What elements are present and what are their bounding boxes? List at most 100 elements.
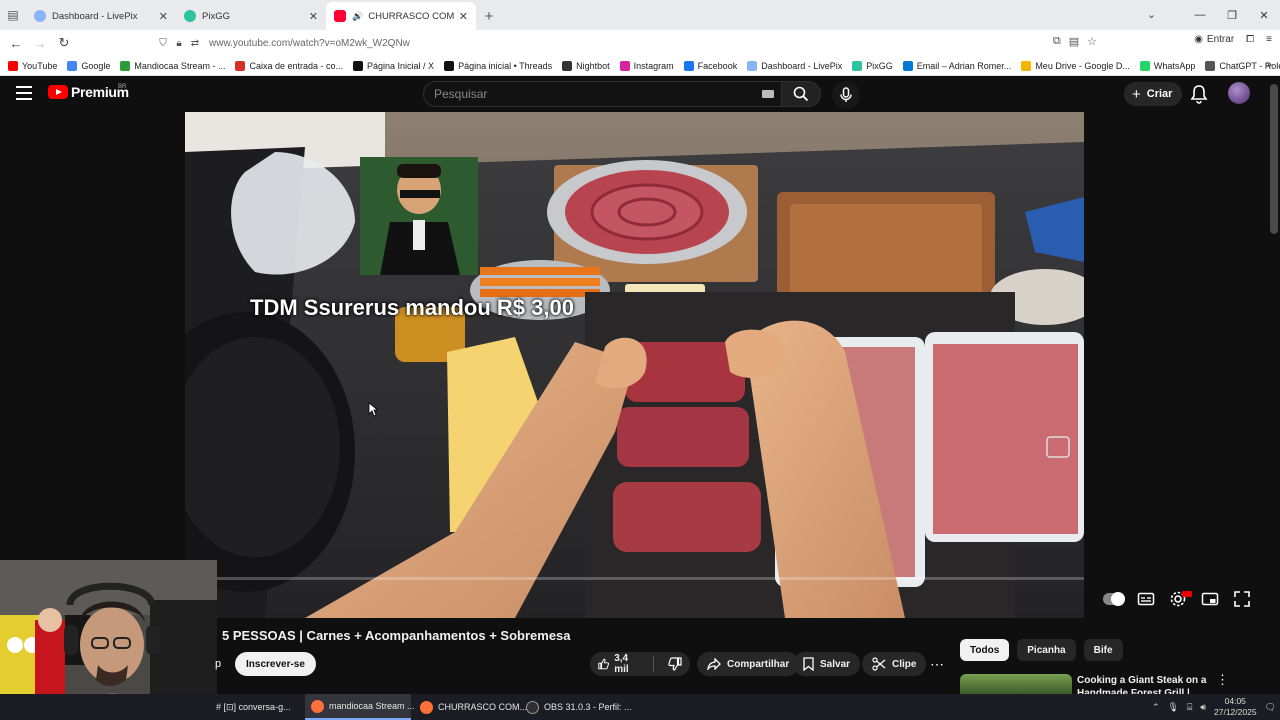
share-button[interactable]: Compartilhar (697, 652, 800, 676)
url-text[interactable]: www.youtube.com/watch?v=oM2wk_W2QNw (209, 38, 410, 49)
search-button[interactable] (781, 81, 821, 107)
notifications-button[interactable] (1190, 84, 1208, 109)
hd-badge-icon (1182, 591, 1192, 597)
bookmark-item[interactable]: Caixa de entrada - co... (235, 60, 343, 71)
bookmark-favicon-icon (619, 60, 630, 71)
bookmark-label: Google (81, 60, 111, 71)
minimize-icon[interactable]: — (1184, 0, 1216, 30)
taskbar-item-label: mandiocaa Stream ... (329, 701, 415, 711)
create-label: Criar (1146, 88, 1173, 100)
clock[interactable]: 04:05 27/12/2025 (1214, 696, 1257, 718)
bookmark-item[interactable]: Instagram (619, 60, 674, 71)
more-actions-icon[interactable]: ⋯ (926, 652, 948, 676)
close-tab-icon[interactable]: ✕ (309, 10, 318, 23)
bookmark-label: Nightbot (576, 60, 610, 71)
permissions-icon[interactable]: ⇄ (187, 38, 203, 49)
keyboard-icon[interactable] (762, 90, 774, 98)
bookmark-item[interactable]: YouTube (8, 60, 57, 71)
subscribe-button[interactable]: Inscrever-se (235, 652, 316, 676)
menu-icon[interactable]: ≡ (1266, 34, 1272, 45)
tab-favicon-icon (334, 10, 346, 22)
bookmark-item[interactable]: Nightbot (562, 60, 610, 71)
page-scrollbar[interactable] (1268, 76, 1280, 694)
network-icon[interactable]: ⌸ (1187, 702, 1192, 713)
voice-search-button[interactable] (832, 81, 860, 109)
channel-name-fragment[interactable]: p (215, 658, 221, 670)
thumbs-down-icon (668, 657, 682, 671)
bookmark-item[interactable]: Dashboard - LivePix (747, 60, 842, 71)
chip-picanha[interactable]: Picanha (1017, 639, 1076, 661)
like-button[interactable]: 3,4 mil (590, 652, 647, 676)
search-input[interactable] (434, 87, 734, 101)
bookmark-item[interactable]: Google (67, 60, 111, 71)
guide-menu-icon[interactable] (16, 86, 32, 100)
lock-icon[interactable]: 🔒︎ (171, 38, 187, 49)
picture-in-picture-icon[interactable]: ⧉ (1053, 35, 1061, 48)
bookmark-item[interactable]: Email – Adrian Romer... (902, 60, 1011, 71)
reader-view-icon[interactable]: ▤ (1069, 35, 1079, 48)
tab-list-chevron-icon[interactable]: ⌄ (1147, 8, 1156, 21)
bookmark-item[interactable]: Mandiocaa Stream - ... (120, 60, 225, 71)
chip-todos[interactable]: Todos (960, 639, 1010, 661)
system-tray: ⌃ 🎙︎ ⌸ 🔊︎ 04:05 27/12/2025 🗨︎ (1152, 694, 1276, 720)
microphone-tray-icon[interactable]: 🎙︎ (1168, 702, 1179, 713)
speaker-icon[interactable]: 🔊 (352, 11, 363, 22)
browser-tab[interactable]: Dashboard - LivePix ✕ (26, 2, 176, 30)
shield-icon[interactable]: ⛉ (155, 38, 171, 49)
video-title: 5 PESSOAS | Carnes + Acompanhamentos + S… (222, 628, 571, 643)
bookmark-item[interactable]: Meu Drive - Google D... (1021, 60, 1130, 71)
new-tab-icon[interactable]: + (476, 2, 502, 30)
create-button[interactable]: + Criar (1124, 82, 1183, 106)
back-icon[interactable]: ← (4, 31, 28, 55)
taskbar-item-firefox-stream[interactable]: mandiocaa Stream ... (305, 694, 415, 720)
bookmark-item[interactable]: Página inicial • Threads (444, 60, 552, 71)
bookmark-favicon-icon (562, 60, 573, 71)
video-player[interactable]: PRESIDENT TDM Ssurerus mandou R$ 3,00 (185, 112, 1084, 618)
url-bar[interactable]: ⛉ 🔒︎ ⇄ www.youtube.com/watch?v=oM2wk_W2Q… (155, 33, 1103, 53)
forward-icon[interactable]: → (28, 31, 52, 55)
recommendation-menu-icon[interactable]: ⋮ (1216, 672, 1229, 688)
browser-tab[interactable]: PixGG ✕ (176, 2, 326, 30)
dislike-button[interactable] (660, 652, 690, 676)
more-bookmarks-icon[interactable]: » (1266, 59, 1272, 71)
account-avatar[interactable] (1228, 82, 1250, 104)
volume-icon[interactable]: 🔊︎ (1200, 702, 1206, 713)
fullscreen-icon[interactable] (1233, 590, 1251, 608)
share-label: Compartilhar (727, 658, 790, 670)
extensions-icon[interactable]: ⧠ (1246, 34, 1254, 45)
share-icon (707, 658, 721, 670)
tray-chevron-icon[interactable]: ⌃ (1152, 702, 1160, 713)
browser-tab-active[interactable]: 🔊 CHURRASCO COMPLETO p ✕ (326, 2, 476, 30)
window-close-icon[interactable]: ✕ (1248, 0, 1280, 30)
close-tab-icon[interactable]: ✕ (159, 10, 168, 23)
recommendation-thumbnail[interactable] (960, 674, 1072, 694)
bookmark-item[interactable]: Página Inicial / X (353, 60, 434, 71)
restore-icon[interactable]: ❐ (1216, 0, 1248, 30)
screen: ▤ Dashboard - LivePix ✕ PixGG ✕ 🔊 CHURRA… (0, 0, 1280, 720)
chip-bife[interactable]: Bife (1083, 639, 1123, 661)
tab-actions-icon[interactable]: ▤ (0, 0, 26, 30)
taskbar-item-discord[interactable]: # [⊡] conversa-g... (210, 694, 302, 720)
notifications-tray-icon[interactable]: 🗨︎ (1265, 702, 1276, 713)
taskbar-item-label: CHURRASCO COM... (438, 702, 528, 712)
clip-button[interactable]: Clipe (862, 652, 927, 676)
bookmark-item[interactable]: WhatsApp (1139, 60, 1196, 71)
bookmark-label: WhatsApp (1153, 60, 1196, 71)
subtitles-icon[interactable] (1137, 590, 1155, 608)
taskbar-item-firefox-video[interactable]: CHURRASCO COM... (414, 694, 527, 720)
reload-icon[interactable]: ↻ (52, 31, 76, 55)
save-button[interactable]: Salvar (793, 652, 861, 676)
youtube-premium-logo[interactable]: Premium (48, 84, 129, 100)
scrollbar-thumb[interactable] (1270, 84, 1278, 234)
youtube-play-icon (48, 85, 68, 99)
bookmark-item[interactable]: Facebook (683, 60, 737, 71)
miniplayer-icon[interactable] (1201, 590, 1219, 608)
like-separator (653, 656, 654, 672)
bookmark-star-icon[interactable]: ☆ (1087, 35, 1097, 48)
autoplay-toggle[interactable] (1103, 592, 1125, 606)
close-tab-icon[interactable]: ✕ (459, 10, 468, 23)
taskbar-item-obs[interactable]: OBS 31.0.3 - Perfil: ... (520, 694, 632, 720)
video-progress-bar[interactable] (185, 577, 1084, 580)
signin-button[interactable]: ◉ Entrar (1194, 34, 1234, 45)
bookmark-item[interactable]: PixGG (852, 60, 893, 71)
